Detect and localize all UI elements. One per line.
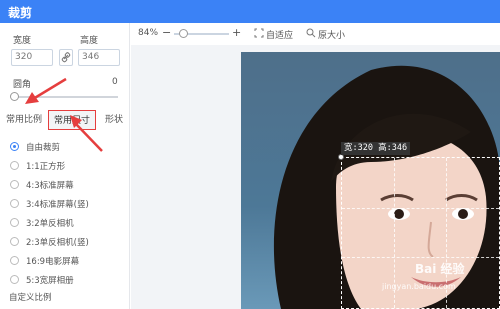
corner-radius-label: 圆角 (13, 80, 32, 90)
crop-size-label: 宽:320 高:346 (341, 142, 411, 155)
ratio-option-4-3[interactable]: 4:3标准屏幕 (10, 178, 120, 191)
radio-icon (10, 161, 19, 170)
corner-radius-slider-thumb[interactable] (10, 92, 19, 101)
ratio-option-16-9[interactable]: 16:9电影屏幕 (10, 254, 120, 267)
ratio-option-5-3[interactable]: 5:3宽屏相册 (10, 273, 120, 286)
crop-settings-panel: 宽度 320 高度 346 圆角 0 常用比例 常用尺寸 形状 自由裁剪 1:1… (0, 23, 130, 309)
width-label: 宽度 (13, 36, 32, 46)
zoom-slider-thumb[interactable] (179, 29, 188, 38)
ratio-option-3-2[interactable]: 3:2单反相机 (10, 216, 120, 229)
radio-icon (10, 180, 19, 189)
corner-radius-value: 0 (112, 77, 118, 87)
tab-common-ratio[interactable]: 常用比例 (3, 110, 45, 130)
magnifier-icon (306, 28, 316, 38)
original-size-button[interactable]: 原大小 (306, 27, 348, 41)
fit-button[interactable]: 自适应 (254, 27, 294, 41)
custom-ratio-link[interactable]: 自定义比例 (9, 291, 52, 303)
height-input[interactable]: 346 (78, 49, 120, 66)
watermark-text: Bai 经验 (415, 262, 465, 276)
width-input[interactable]: 320 (11, 49, 53, 66)
ratio-option-free[interactable]: 自由裁剪 (10, 140, 120, 153)
ratio-option-2-3[interactable]: 2:3单反相机(竖) (10, 235, 120, 248)
aspect-lock-button[interactable] (59, 49, 73, 66)
fit-screen-icon (254, 28, 264, 38)
height-label: 高度 (80, 36, 99, 46)
zoom-percentage: 84% (138, 28, 159, 38)
corner-radius-slider-track[interactable] (14, 96, 118, 98)
crop-grid-line (342, 207, 499, 209)
zoom-in-button[interactable]: + (232, 26, 241, 39)
radio-icon (10, 237, 19, 246)
watermark-subtext: jingyan.baidu.com (382, 282, 456, 291)
tab-common-size[interactable]: 常用尺寸 (48, 110, 96, 130)
radio-icon (10, 218, 19, 227)
link-icon (61, 52, 71, 63)
ratio-option-1-1[interactable]: 1:1正方形 (10, 159, 120, 172)
ratio-option-3-4[interactable]: 3:4标准屏幕(竖) (10, 197, 120, 210)
title-bar: 裁剪 (0, 0, 500, 23)
radio-icon (10, 142, 19, 151)
tab-shape[interactable]: 形状 (100, 110, 128, 130)
radio-icon (10, 256, 19, 265)
zoom-out-button[interactable]: − (162, 26, 171, 39)
crop-grid-line (342, 257, 499, 258)
radio-icon (10, 275, 19, 284)
window-title: 裁剪 (8, 6, 33, 20)
radio-icon (10, 199, 19, 208)
